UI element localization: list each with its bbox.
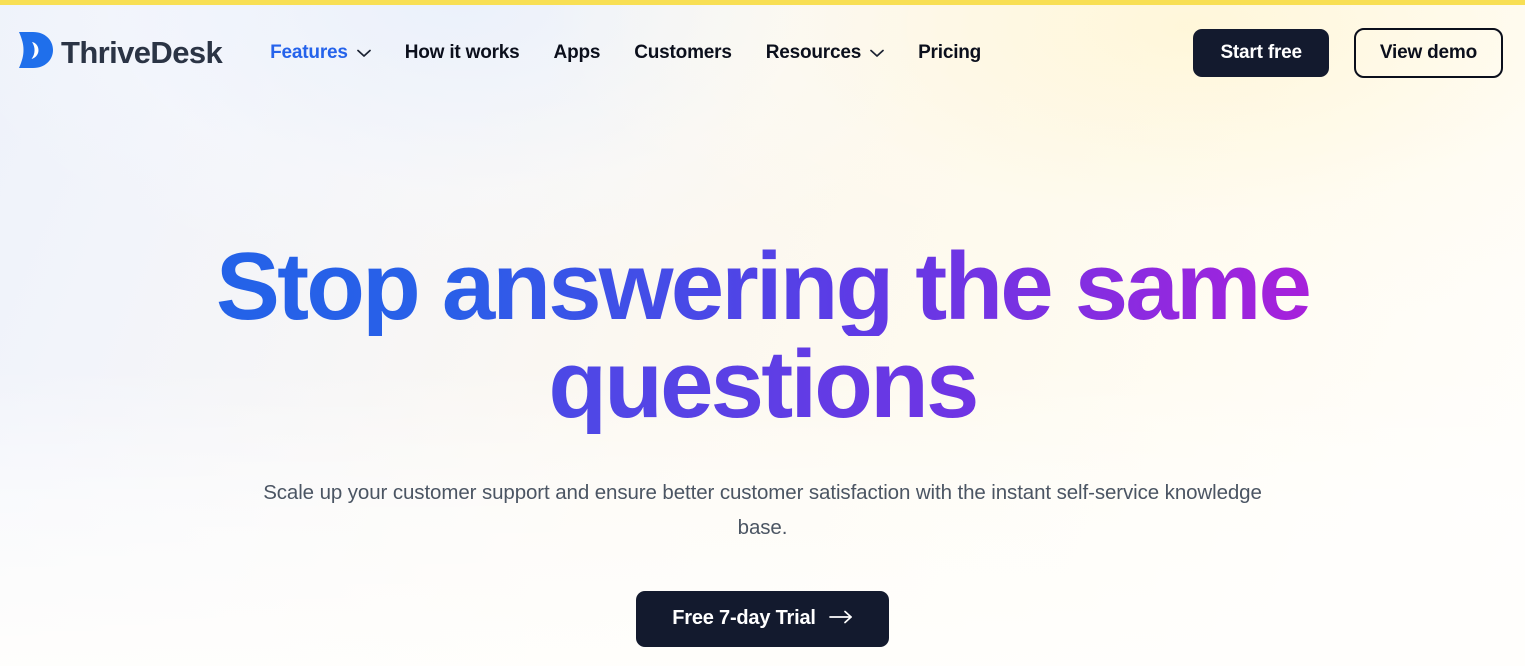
free-trial-button-label: Free 7-day Trial — [672, 607, 816, 630]
nav-item-pricing[interactable]: Pricing — [918, 42, 981, 64]
page-title: Stop answering the same questions — [53, 238, 1473, 434]
nav-item-label: How it works — [404, 41, 520, 63]
hero-section: Stop answering the same questions Scale … — [0, 100, 1525, 666]
nav-item-label: Features — [270, 41, 348, 63]
free-trial-button[interactable]: Free 7-day Trial — [636, 590, 889, 647]
nav-item-features[interactable]: Features — [270, 42, 371, 64]
nav-item-apps[interactable]: Apps — [554, 42, 601, 64]
view-demo-button[interactable]: View demo — [1353, 27, 1503, 78]
brand-logo-link[interactable]: ThriveDesk — [16, 30, 223, 75]
headline-line-1: Stop answering the same — [53, 238, 1473, 336]
nav-item-label: Customers — [634, 41, 732, 63]
main-navigation: Features How it works Apps Customers Res… — [270, 42, 981, 64]
chevron-down-icon — [870, 42, 884, 64]
headline-line-2: questions — [53, 336, 1473, 434]
header-actions: Start free View demo — [1193, 27, 1503, 78]
brand-name: ThriveDesk — [61, 35, 223, 70]
nav-item-label: Resources — [765, 41, 862, 63]
arrow-right-icon — [828, 607, 853, 630]
nav-item-label: Pricing — [918, 41, 982, 63]
nav-item-how-it-works[interactable]: How it works — [405, 42, 520, 64]
nav-item-customers[interactable]: Customers — [634, 41, 732, 64]
hero-subheading: Scale up your customer support and ensur… — [248, 476, 1278, 546]
thrivedesk-d-logo-icon — [16, 30, 54, 75]
hero-subheading-line-1: Scale up your customer support and ensur… — [263, 481, 1160, 505]
nav-item-label: Apps — [553, 41, 601, 63]
chevron-down-icon — [356, 42, 371, 64]
site-header: ThriveDesk Features How it works Apps Cu… — [0, 5, 1525, 100]
hero-cta-wrapper: Free 7-day Trial — [636, 590, 889, 647]
start-free-button[interactable]: Start free — [1193, 28, 1329, 77]
top-accent-bar — [0, 0, 1525, 5]
nav-item-resources[interactable]: Resources — [766, 42, 884, 64]
landing-page: ThriveDesk Features How it works Apps Cu… — [0, 0, 1525, 666]
